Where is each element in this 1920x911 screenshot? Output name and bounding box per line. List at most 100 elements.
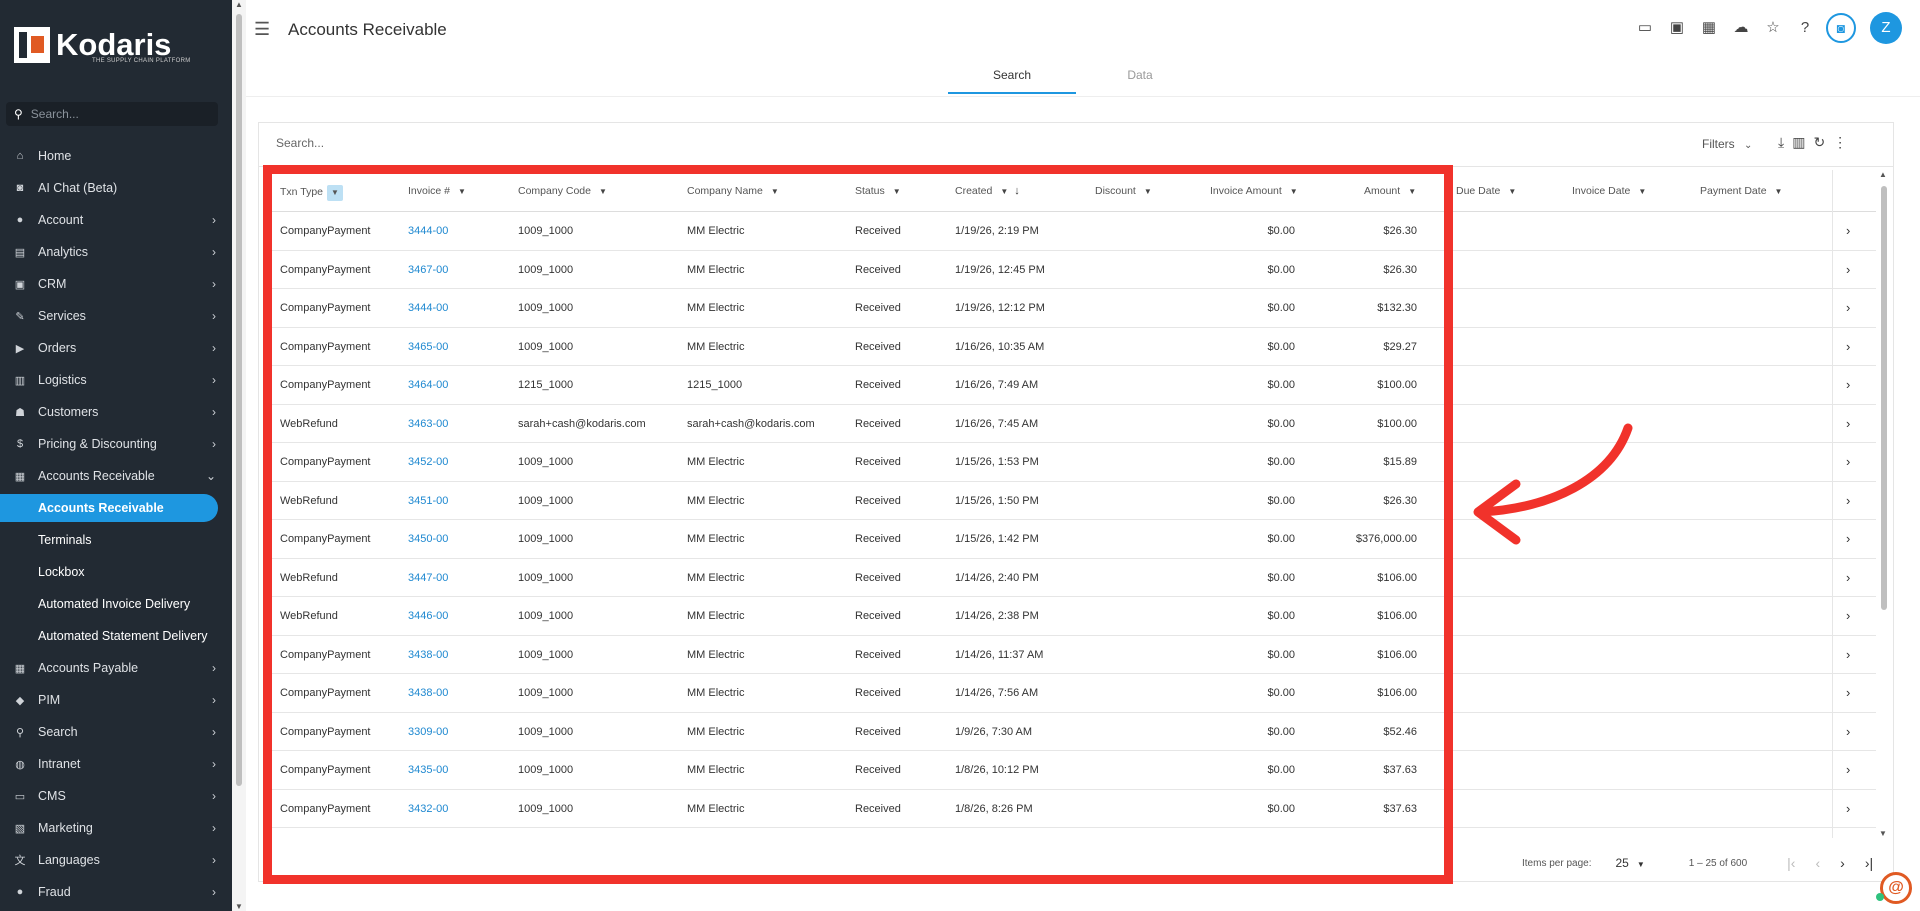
previous-page-icon[interactable]: ‹ xyxy=(1815,855,1820,871)
sidebar-item-crm[interactable]: ▣ CRM › xyxy=(0,270,232,298)
header-invoice-date[interactable]: Invoice Date ▼ xyxy=(1572,185,1646,197)
chevron-right-icon[interactable]: › xyxy=(1846,377,1850,392)
scrollbar-thumb[interactable] xyxy=(1881,186,1887,610)
header-txn-type[interactable]: Txn Type ▼ xyxy=(280,185,343,201)
dropdown-icon[interactable]: ▼ xyxy=(458,187,466,196)
sidebar-item-lockbox[interactable]: Lockbox xyxy=(0,558,232,586)
header-amount[interactable]: Amount ▼ xyxy=(1364,185,1416,197)
chevron-right-icon[interactable]: › xyxy=(1846,724,1850,739)
table-row[interactable]: CompanyPayment 3435-00 1009_1000 MM Electri… xyxy=(268,751,1876,790)
table-row[interactable]: CompanyPayment 3452-00 1009_1000 MM Electri… xyxy=(268,443,1876,482)
sidebar-item-intranet[interactable]: ◍ Intranet › xyxy=(0,750,232,778)
header-due-date[interactable]: Due Date ▼ xyxy=(1456,185,1516,197)
dropdown-icon[interactable]: ▼ xyxy=(1290,187,1298,196)
cell-invoice-link[interactable]: 3467-00 xyxy=(408,264,448,276)
sidebar-item-marketing[interactable]: ▧ Marketing › xyxy=(0,814,232,842)
sidebar-item-accounts-payable[interactable]: ▦ Accounts Payable › xyxy=(0,654,232,682)
next-page-icon[interactable]: › xyxy=(1840,855,1845,871)
sort-descending-icon[interactable]: ↓ xyxy=(1014,185,1020,197)
cell-invoice-link[interactable]: 3432-00 xyxy=(408,803,448,815)
sidebar-item-account[interactable]: ● Account › xyxy=(0,206,232,234)
cell-invoice-link[interactable]: 3463-00 xyxy=(408,418,448,430)
dropdown-icon[interactable]: ▼ xyxy=(1638,187,1646,196)
sidebar-search-input[interactable] xyxy=(30,107,201,121)
cell-invoice-link[interactable]: 3450-00 xyxy=(408,533,448,545)
first-page-icon[interactable]: |‹ xyxy=(1787,855,1795,871)
bank-icon[interactable]: ▦ xyxy=(1698,17,1720,39)
header-discount[interactable]: Discount ▼ xyxy=(1095,185,1152,197)
table-row[interactable]: CompanyPayment 3309-00 1009_1000 MM Electri… xyxy=(268,713,1876,751)
header-company-name[interactable]: Company Name ▼ xyxy=(687,185,779,197)
credit-card-icon[interactable]: ▭ xyxy=(1634,17,1656,39)
scrollbar-thumb[interactable] xyxy=(236,14,242,786)
cell-invoice-link[interactable]: 3435-00 xyxy=(408,764,448,776)
sidebar-item-automated-statement-delivery[interactable]: Automated Statement Delivery xyxy=(0,622,232,650)
table-search-input[interactable] xyxy=(276,136,976,150)
table-row[interactable]: WebRefund 3446-00 1009_1000 MM Electric Rece… xyxy=(268,597,1876,636)
table-row[interactable]: CompanyPayment 3444-00 1009_1000 MM Electri… xyxy=(268,289,1876,328)
cell-invoice-link[interactable]: 3464-00 xyxy=(408,379,448,391)
tab-data[interactable]: Data xyxy=(1076,64,1204,94)
cell-invoice-link[interactable]: 3438-00 xyxy=(408,687,448,699)
table-row[interactable]: WebRefund 3451-00 1009_1000 MM Electric Rece… xyxy=(268,482,1876,520)
cell-invoice-link[interactable]: 3465-00 xyxy=(408,341,448,353)
cell-invoice-link[interactable]: 3444-00 xyxy=(408,225,448,237)
header-invoice-amount[interactable]: Invoice Amount ▼ xyxy=(1210,185,1298,197)
dropdown-icon[interactable]: ▼ xyxy=(1144,187,1152,196)
hamburger-menu-icon[interactable]: ☰ xyxy=(254,19,270,40)
chevron-right-icon[interactable]: › xyxy=(1846,339,1850,354)
ai-assistant-icon[interactable]: ◙ xyxy=(1826,13,1856,43)
dropdown-icon[interactable]: ▼ xyxy=(1508,187,1516,196)
dropdown-icon[interactable]: ▼ xyxy=(1775,187,1783,196)
columns-icon[interactable]: ▥ xyxy=(1792,134,1805,151)
chevron-right-icon[interactable]: › xyxy=(1846,647,1850,662)
dropdown-icon[interactable]: ▼ xyxy=(599,187,607,196)
dropdown-icon[interactable]: ▼ xyxy=(1000,187,1008,196)
sidebar-item-accounts-receivable[interactable]: ▦ Accounts Receivable ⌄ xyxy=(0,462,232,490)
sidebar-item-customers[interactable]: ☗ Customers › xyxy=(0,398,232,426)
help-icon[interactable]: ? xyxy=(1794,17,1816,39)
header-invoice[interactable]: Invoice # ▼ xyxy=(408,185,466,197)
table-row[interactable]: CompanyPayment 3438-00 1009_1000 MM Electri… xyxy=(268,674,1876,713)
filter-dropdown-icon[interactable]: ▼ xyxy=(327,185,343,201)
refresh-icon[interactable]: ↻ xyxy=(1813,134,1825,151)
table-row[interactable]: CompanyPayment 3432-00 1009_1000 MM Electri… xyxy=(268,790,1876,828)
header-status[interactable]: Status ▼ xyxy=(855,185,901,197)
cell-invoice-link[interactable]: 3444-00 xyxy=(408,302,448,314)
sidebar-item-services[interactable]: ✎ Services › xyxy=(0,302,232,330)
sidebar-item-languages[interactable]: 文 Languages › xyxy=(0,846,232,874)
chevron-right-icon[interactable]: › xyxy=(1846,300,1850,315)
dropdown-icon[interactable]: ▼ xyxy=(893,187,901,196)
dropdown-icon[interactable]: ▼ xyxy=(771,187,779,196)
sidebar-item-fraud[interactable]: ● Fraud › xyxy=(0,878,232,906)
star-icon[interactable]: ☆ xyxy=(1762,17,1784,39)
cell-invoice-link[interactable]: 3438-00 xyxy=(408,649,448,661)
table-row[interactable]: CompanyPayment 3450-00 1009_1000 MM Electri… xyxy=(268,520,1876,559)
user-avatar[interactable]: Z xyxy=(1870,12,1902,44)
scroll-down-icon[interactable]: ▼ xyxy=(1879,829,1887,838)
chevron-right-icon[interactable]: › xyxy=(1846,416,1850,431)
more-vert-icon[interactable]: ⋮ xyxy=(1833,134,1847,151)
table-scrollbar[interactable]: ▲ ▼ xyxy=(1878,170,1890,838)
sidebar-item-ai-chat-beta[interactable]: ◙ AI Chat (Beta) xyxy=(0,174,232,202)
scroll-up-icon[interactable]: ▲ xyxy=(1879,170,1887,179)
chevron-right-icon[interactable]: › xyxy=(1846,262,1850,277)
chevron-right-icon[interactable]: › xyxy=(1846,531,1850,546)
sidebar-item-home[interactable]: ⌂ Home xyxy=(0,142,232,170)
chevron-right-icon[interactable]: › xyxy=(1846,685,1850,700)
table-row[interactable]: WebRefund 3463-00 sarah+cash@kodaris.com sa… xyxy=(268,405,1876,443)
sidebar-item-orders[interactable]: ▶ Orders › xyxy=(0,334,232,362)
chevron-right-icon[interactable]: › xyxy=(1846,762,1850,777)
cloud-download-icon[interactable]: ☁ xyxy=(1730,17,1752,39)
sidebar-item-terminals[interactable]: Terminals xyxy=(0,526,232,554)
table-row[interactable]: CompanyPayment 3464-00 1215_1000 1215_1000 R… xyxy=(268,366,1876,405)
sidebar-item-accounts-receivable[interactable]: Accounts Receivable xyxy=(0,494,218,522)
chevron-right-icon[interactable]: › xyxy=(1846,454,1850,469)
support-chat-icon[interactable]: @ xyxy=(1880,872,1912,904)
scroll-up-icon[interactable]: ▲ xyxy=(235,0,243,9)
filters-button[interactable]: Filters ⌄ xyxy=(1702,137,1752,151)
download-icon[interactable]: ⤓ xyxy=(1778,134,1784,151)
sidebar-item-pim[interactable]: ◆ PIM › xyxy=(0,686,232,714)
cell-invoice-link[interactable]: 3451-00 xyxy=(408,495,448,507)
sidebar-item-analytics[interactable]: ▤ Analytics › xyxy=(0,238,232,266)
